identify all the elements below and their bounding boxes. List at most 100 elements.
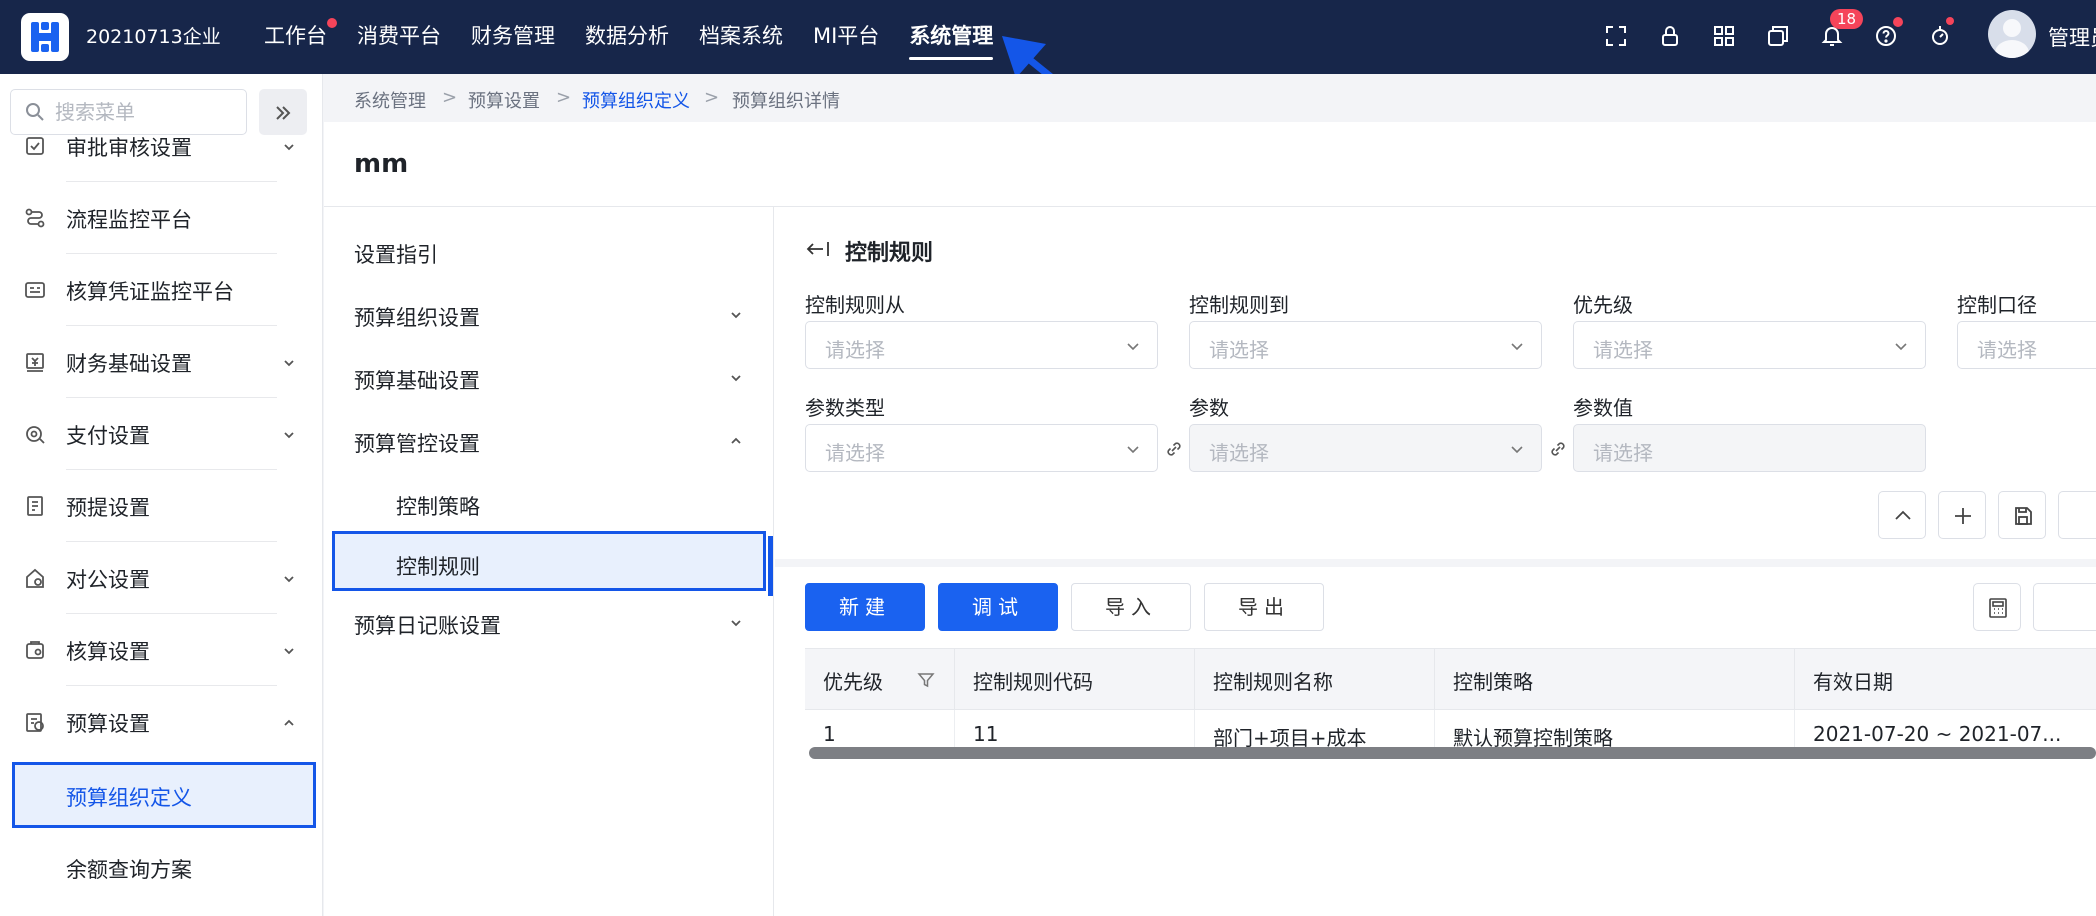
chevron-down-icon bbox=[284, 360, 294, 367]
field-label-param-type: 参数类型 bbox=[805, 396, 885, 420]
calculator-button[interactable] bbox=[1973, 583, 2021, 631]
settings-nav-label: 设置指引 bbox=[354, 243, 438, 267]
sidebar-item-voucher-monitor[interactable]: 核算凭证监控平台 bbox=[0, 254, 322, 326]
sidebar-subitem-label: 余额查询方案 bbox=[66, 858, 192, 882]
nav-analytics[interactable]: 数据分析 bbox=[585, 20, 669, 60]
back-arrow-icon[interactable] bbox=[805, 239, 831, 259]
nav-mi-platform[interactable]: MI平台 bbox=[813, 20, 879, 60]
column-header-effective-date[interactable]: 有效日期 bbox=[1795, 649, 2096, 709]
settings-nav-control-rule[interactable]: 控制规则 bbox=[332, 531, 766, 591]
cell-text: 11 bbox=[973, 722, 999, 746]
settings-nav-org[interactable]: 预算组织设置 bbox=[324, 282, 773, 342]
horizontal-scrollbar[interactable] bbox=[809, 746, 2096, 760]
chevron-down-icon bbox=[284, 648, 294, 655]
column-header-strategy[interactable]: 控制策略 bbox=[1435, 649, 1795, 709]
nav-label: 系统管理 bbox=[909, 24, 994, 48]
table-header: 优先级 控制规则代码 控制规则名称 控制策略 有效日期 bbox=[805, 648, 2096, 710]
settings-nav-journal[interactable]: 预算日记账设置 bbox=[324, 590, 773, 650]
user-name[interactable]: 管理员 bbox=[2048, 22, 2096, 52]
settings-nav-control[interactable]: 预算管控设置 bbox=[324, 408, 773, 468]
rule-from-select[interactable]: 请选择 bbox=[805, 321, 1158, 369]
fullscreen-icon[interactable] bbox=[1600, 20, 1632, 52]
sidebar-item-flow-monitor[interactable]: 流程监控平台 bbox=[0, 182, 322, 254]
settings-nav-guide[interactable]: 设置指引 bbox=[324, 219, 773, 279]
flow-icon bbox=[25, 208, 45, 228]
sidebar-item-accrual[interactable]: 预提设置 bbox=[0, 470, 322, 542]
column-header-label: 控制策略 bbox=[1453, 670, 1533, 694]
sidebar-item-approval[interactable]: 审批审核设置 bbox=[0, 110, 322, 182]
section-divider bbox=[775, 559, 2096, 567]
app-logo[interactable] bbox=[21, 13, 69, 61]
control-rule-content: 控制规则 控制规则从 请选择 控制规则到 请选择 优先级 请选择 控制口径 请选… bbox=[775, 207, 2096, 916]
budget-icon bbox=[26, 713, 44, 732]
avatar[interactable] bbox=[1988, 10, 2036, 58]
settings-nav-basic[interactable]: 预算基础设置 bbox=[324, 345, 773, 405]
sidebar-subitem-budget-org[interactable]: 预算组织定义 bbox=[12, 762, 316, 828]
sidebar-item-payment[interactable]: 支付设置 bbox=[0, 398, 322, 470]
cell-text: 1 bbox=[823, 722, 836, 746]
select-placeholder: 请选择 bbox=[825, 441, 885, 465]
settings-nav-control-strategy[interactable]: 控制策略 bbox=[324, 471, 773, 531]
breadcrumb-separator: > bbox=[442, 87, 458, 108]
breadcrumb-separator: > bbox=[704, 87, 720, 108]
nav-label: 档案系统 bbox=[699, 24, 783, 48]
new-button[interactable]: 新建 bbox=[805, 583, 925, 631]
filter-icon[interactable] bbox=[917, 671, 935, 689]
column-header-rule-code[interactable]: 控制规则代码 bbox=[955, 649, 1195, 709]
add-filter-button[interactable] bbox=[1938, 491, 1986, 539]
export-button[interactable]: 导出 bbox=[1204, 583, 1324, 631]
apps-grid-icon[interactable] bbox=[1708, 20, 1740, 52]
settings-nav-label: 预算管控设置 bbox=[354, 432, 480, 456]
lock-icon[interactable] bbox=[1654, 20, 1686, 52]
control-scope-select[interactable]: 请选择 bbox=[1957, 321, 2096, 369]
nav-label: 数据分析 bbox=[585, 24, 669, 48]
approval-icon bbox=[26, 137, 44, 155]
column-header-label: 有效日期 bbox=[1813, 670, 1893, 694]
sidebar-item-label: 预算设置 bbox=[66, 712, 150, 736]
import-button[interactable]: 导入 bbox=[1071, 583, 1191, 631]
field-label-control-scope: 控制口径 bbox=[1957, 293, 2037, 317]
column-settings-button[interactable] bbox=[2033, 583, 2096, 631]
breadcrumb-budget-settings[interactable]: 预算设置 bbox=[468, 87, 540, 113]
cell-text: 2021-07-20 ~ 2021-07... bbox=[1813, 722, 2062, 746]
nav-consumption[interactable]: 消费平台 bbox=[357, 20, 441, 60]
payment-icon bbox=[26, 426, 45, 444]
windows-icon[interactable] bbox=[1762, 20, 1794, 52]
breadcrumb-budget-org[interactable]: 预算组织定义 bbox=[582, 87, 690, 113]
breadcrumb-system[interactable]: 系统管理 bbox=[354, 87, 426, 113]
param-value-select[interactable]: 请选择 bbox=[1573, 424, 1926, 472]
corporate-icon bbox=[26, 568, 44, 588]
param-type-select[interactable]: 请选择 bbox=[805, 424, 1158, 472]
settings-nav-label: 预算组织设置 bbox=[354, 306, 480, 330]
sidebar-item-corporate[interactable]: 对公设置 bbox=[0, 542, 322, 614]
debug-button[interactable]: 调试 bbox=[938, 583, 1058, 631]
settings-nav-label: 预算基础设置 bbox=[354, 369, 480, 393]
sidebar-item-finance-basic[interactable]: 财务基础设置 bbox=[0, 326, 322, 398]
rule-to-select[interactable]: 请选择 bbox=[1189, 321, 1542, 369]
more-filter-button[interactable] bbox=[2058, 491, 2096, 539]
sidebar-subitem-balance-query[interactable]: 余额查询方案 bbox=[0, 834, 322, 900]
sidebar-item-label: 支付设置 bbox=[66, 424, 150, 448]
field-label-priority: 优先级 bbox=[1573, 293, 1633, 317]
column-header-rule-name[interactable]: 控制规则名称 bbox=[1195, 649, 1435, 709]
chevron-up-icon bbox=[731, 437, 741, 444]
nav-system-management[interactable]: 系统管理 bbox=[909, 20, 994, 60]
sidebar-item-budget[interactable]: 预算设置 bbox=[0, 686, 322, 758]
sidebar-item-label: 预提设置 bbox=[66, 496, 150, 520]
sidebar-item-accounting[interactable]: 核算设置 bbox=[0, 614, 322, 686]
select-placeholder: 请选择 bbox=[1977, 338, 2037, 362]
main-panel: mm 设置指引 预算组织设置 预算基础设置 预算管控设置 控制策略 控制规则 预… bbox=[324, 122, 2096, 916]
save-filter-button[interactable] bbox=[1998, 491, 2046, 539]
nav-finance[interactable]: 财务管理 bbox=[471, 20, 555, 60]
settings-nav: 设置指引 预算组织设置 预算基础设置 预算管控设置 控制策略 控制规则 预算日记… bbox=[324, 207, 774, 916]
company-name[interactable]: 20210713企业 bbox=[86, 22, 221, 49]
param-select[interactable]: 请选择 bbox=[1189, 424, 1542, 472]
chevron-up-icon bbox=[1895, 510, 1911, 520]
nav-archive[interactable]: 档案系统 bbox=[699, 20, 783, 60]
nav-workbench[interactable]: 工作台 bbox=[264, 18, 337, 60]
collapse-filter-button[interactable] bbox=[1878, 491, 1926, 539]
help-dot bbox=[1893, 17, 1903, 27]
priority-select[interactable]: 请选择 bbox=[1573, 321, 1926, 369]
column-header-priority[interactable]: 优先级 bbox=[805, 649, 955, 709]
link-icon bbox=[1551, 442, 1565, 456]
